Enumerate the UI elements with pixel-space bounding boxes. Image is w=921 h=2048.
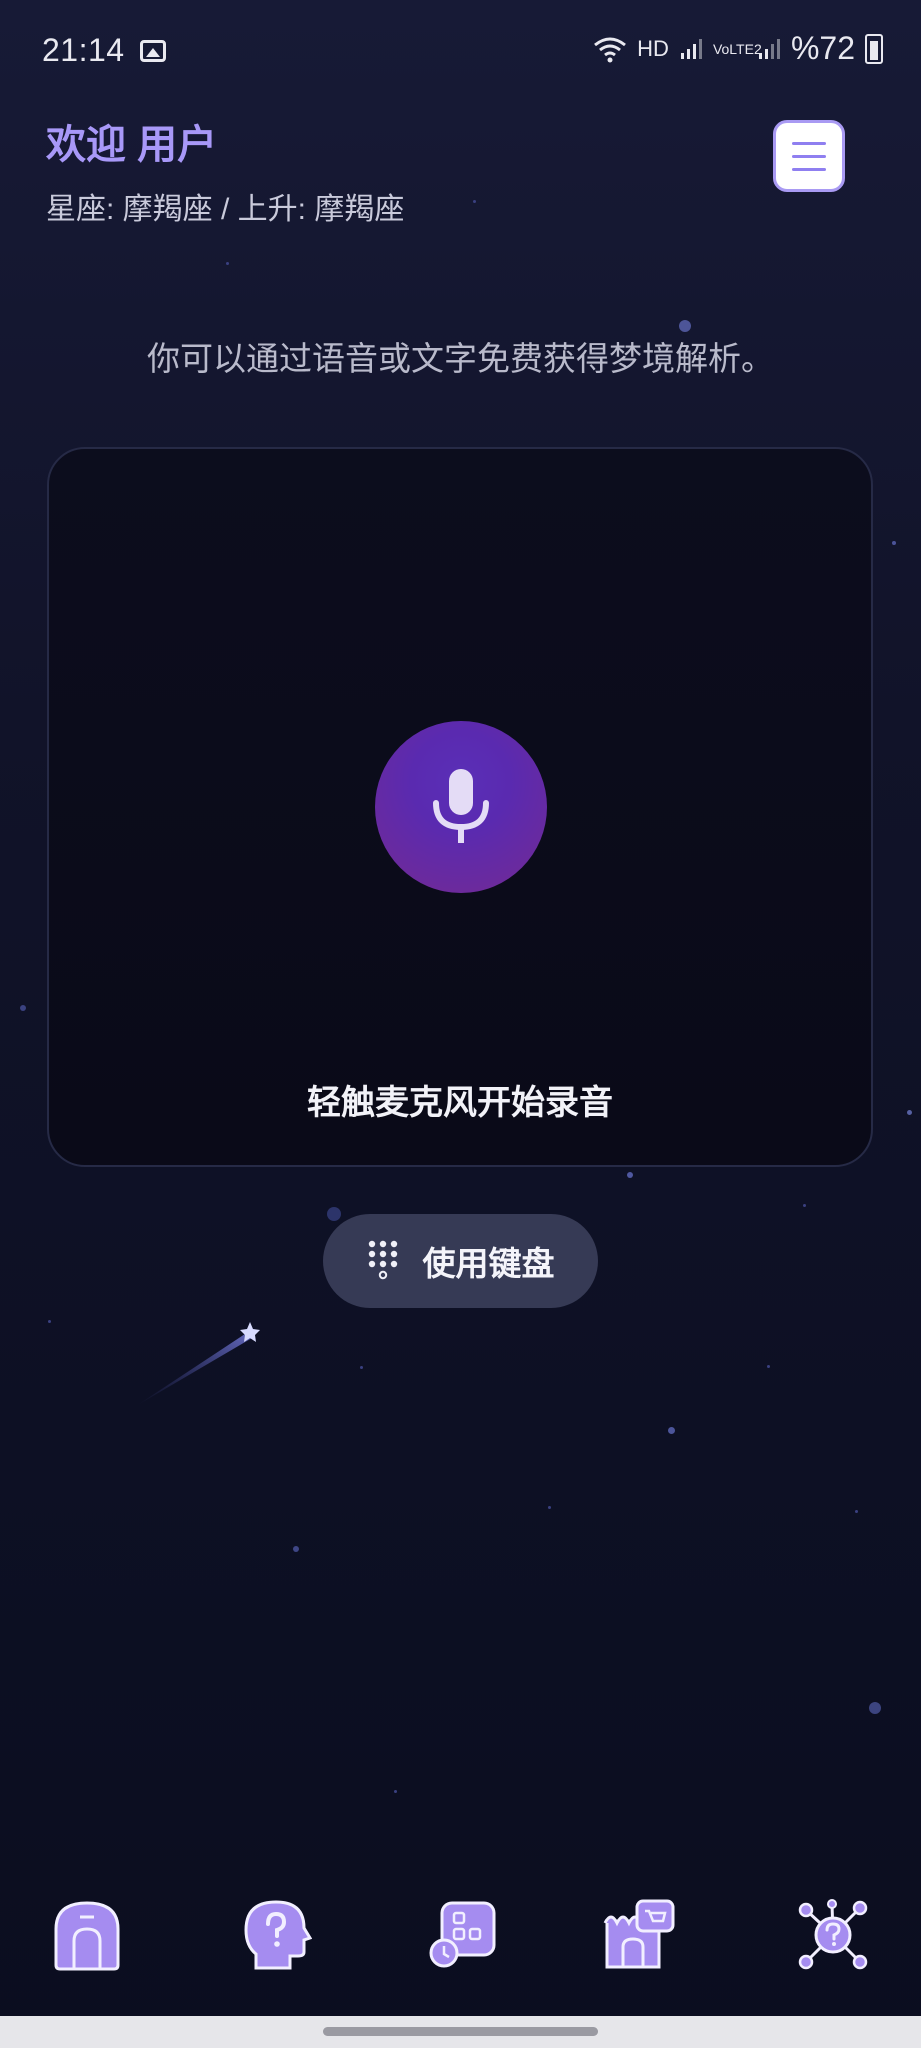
home-icon <box>54 1901 120 1971</box>
nav-dream-interpret[interactable] <box>232 1890 322 1980</box>
welcome-title: 欢迎 用户 <box>46 123 218 167</box>
nav-community[interactable] <box>788 1890 878 1980</box>
volte-icon: VoLTE2 <box>712 40 762 57</box>
dialpad-icon <box>368 1240 397 1280</box>
nav-history[interactable] <box>418 1890 508 1980</box>
use-keyboard-button[interactable]: 使用键盘 <box>323 1214 598 1308</box>
menu-icon <box>792 141 826 145</box>
status-time: 21:14 <box>42 32 125 68</box>
status-bar: 21:14 HD VoLTE2 %72 <box>0 0 921 100</box>
voice-recording-card: 轻触麦克风开始录音 <box>47 447 873 1167</box>
battery-icon <box>865 33 883 64</box>
menu-icon-line <box>792 154 826 158</box>
signal-1-icon <box>680 38 702 59</box>
nav-home[interactable] <box>42 1890 132 1980</box>
history-apps-icon <box>429 1901 496 1968</box>
head-question-icon <box>244 1900 312 1970</box>
menu-icon-line <box>792 167 826 171</box>
nav-shop[interactable] <box>594 1890 684 1980</box>
network-question-icon <box>798 1899 868 1970</box>
battery-percent: %72 <box>790 30 855 66</box>
shop-icon <box>603 1899 675 1969</box>
home-indicator-handle[interactable] <box>323 2027 598 2036</box>
wifi-icon <box>594 37 627 62</box>
bottom-navigation <box>0 1890 921 2010</box>
record-instruction: 轻触麦克风开始录音 <box>307 1084 613 1122</box>
microphone-button[interactable] <box>375 721 547 893</box>
hd-icon: HD <box>637 35 669 61</box>
status-indicators: HD VoLTE2 %72 <box>593 30 883 67</box>
zodiac-info: 星座: 摩羯座 / 上升: 摩羯座 <box>46 193 405 226</box>
use-keyboard-label: 使用键盘 <box>422 1245 555 1282</box>
hint-text: 你可以通过语音或文字免费获得梦境解析。 <box>147 340 774 377</box>
signal-2-icon <box>758 38 780 59</box>
menu-button[interactable] <box>773 120 845 192</box>
shooting-star-icon <box>136 1322 260 1406</box>
gallery-notification-icon <box>140 40 166 62</box>
system-navigation-bar <box>0 2016 921 2048</box>
microphone-icon <box>433 769 489 843</box>
